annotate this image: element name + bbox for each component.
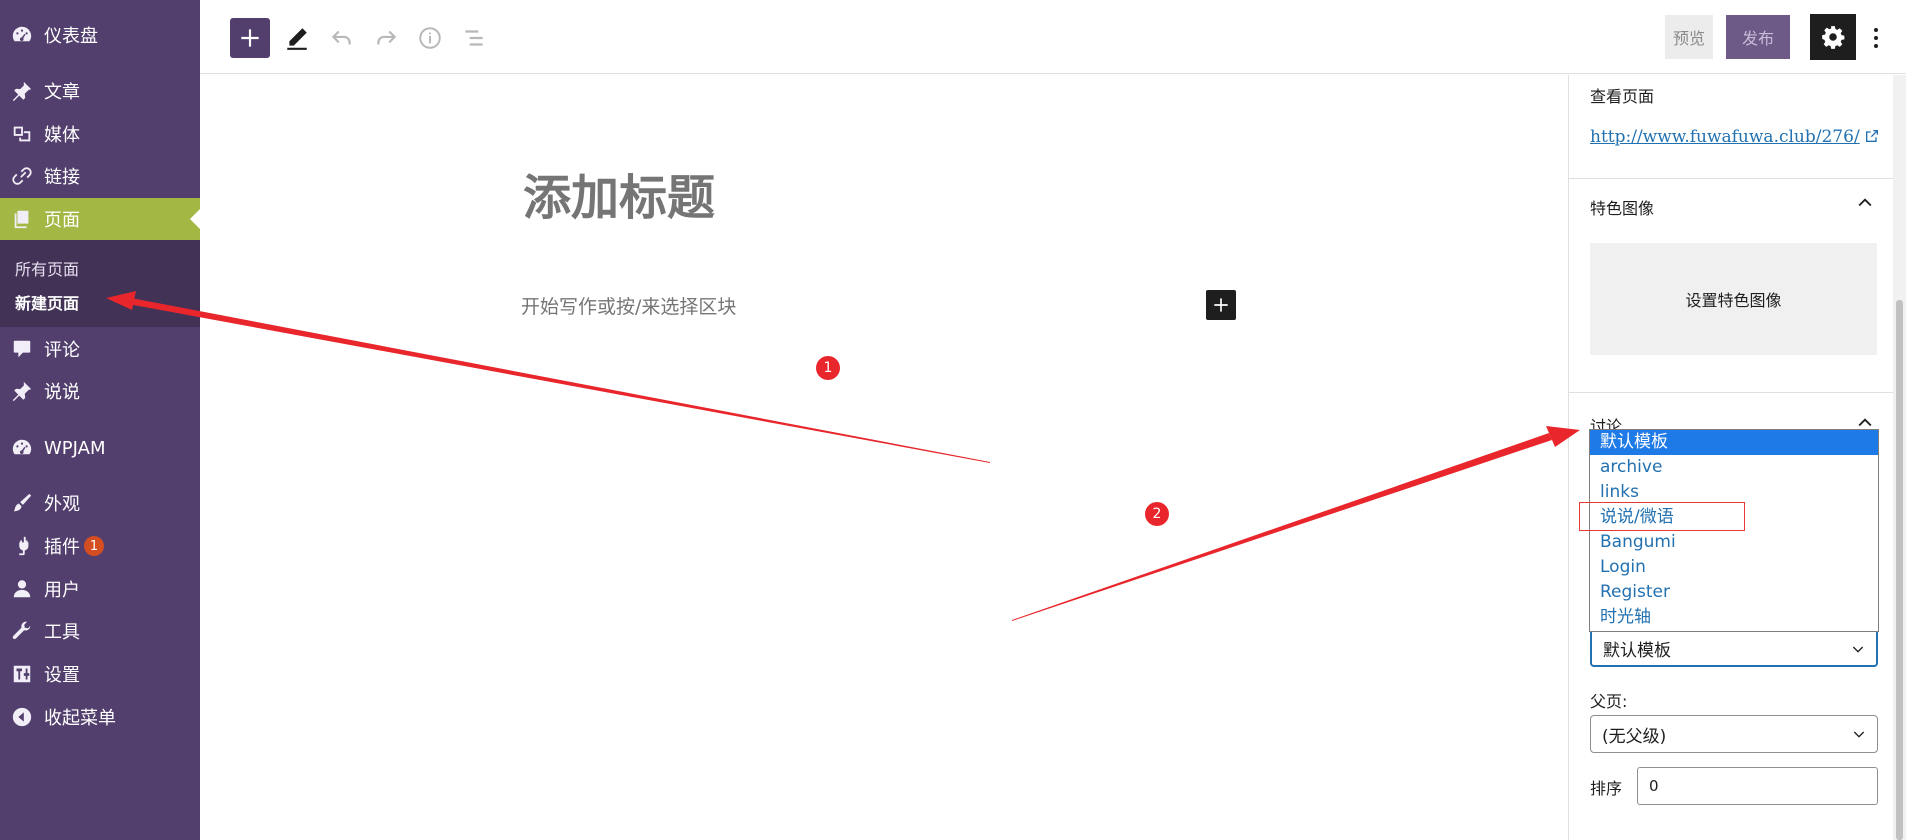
annotation-arrow-2 — [1012, 433, 1552, 621]
order-input[interactable]: 0 — [1637, 767, 1878, 805]
submenu-new-page[interactable]: 新建页面 — [15, 290, 79, 314]
sidebar-item-label: 收起菜单 — [44, 708, 116, 729]
publish-button[interactable]: 发布 — [1726, 15, 1790, 59]
panel-divider — [1569, 392, 1893, 393]
template-select[interactable]: 默认模板 — [1590, 629, 1878, 667]
list-view-icon — [461, 25, 487, 51]
sidebar-item-label: 仪表盘 — [44, 26, 98, 47]
sidebar-item-label: 设置 — [44, 665, 80, 686]
sidebar-item-label: 说说 — [44, 382, 80, 403]
template-option[interactable]: Login — [1590, 555, 1878, 580]
editor-toolbar: 预览 发布 — [200, 0, 1906, 74]
settings-toggle-button[interactable] — [1810, 14, 1856, 60]
admin-sidebar: 仪表盘 文章 媒体 链接 页面 所有页面 新建页面 评论 说说 WPJAM 外观… — [0, 0, 200, 840]
pin-icon — [10, 379, 34, 403]
sidebar-item-label: 评论 — [44, 340, 80, 361]
block-inserter-button[interactable] — [1206, 290, 1236, 320]
sidebar-item-users[interactable]: 用户 — [0, 568, 200, 610]
order-label: 排序 — [1590, 779, 1623, 798]
settings-sliders-icon — [10, 662, 34, 686]
more-options-button[interactable] — [1868, 18, 1884, 58]
sidebar-item-settings[interactable]: 设置 — [0, 653, 200, 695]
sidebar-item-label: 用户 — [44, 580, 80, 601]
sidebar-item-label: 链接 — [44, 167, 80, 188]
sidebar-collapse-menu[interactable]: 收起菜单 — [0, 696, 200, 738]
list-view-button[interactable] — [454, 18, 494, 58]
panel-divider — [1569, 178, 1893, 179]
edit-tools-button[interactable] — [277, 18, 317, 58]
sidebar-item-comments[interactable]: 评论 — [0, 328, 200, 370]
annotation-arrow-1 — [128, 298, 990, 463]
featured-image-label[interactable]: 特色图像 — [1590, 195, 1654, 219]
annotation-highlight-box — [1579, 502, 1745, 531]
brush-icon — [10, 491, 34, 515]
dashboard-icon — [10, 23, 34, 47]
sidebar-item-label: 页面 — [44, 210, 80, 231]
block-placeholder[interactable]: 开始写作或按/来选择区块 — [521, 292, 736, 319]
submenu-all-pages[interactable]: 所有页面 — [15, 256, 79, 280]
annotation-marker-2: 2 — [1145, 502, 1169, 526]
template-option[interactable]: archive — [1590, 455, 1878, 480]
user-icon — [10, 577, 34, 601]
preview-button[interactable]: 预览 — [1665, 15, 1713, 59]
comment-icon — [10, 337, 34, 361]
sidebar-item-label: 文章 — [44, 82, 80, 103]
sidebar-item-dashboard[interactable]: 仪表盘 — [0, 14, 200, 56]
chevron-down-icon — [1851, 726, 1867, 742]
sidebar-item-links[interactable]: 链接 — [0, 155, 200, 197]
parent-page-label: 父页: — [1590, 692, 1628, 711]
sidebar-item-label: WPJAM — [44, 437, 106, 459]
add-block-icon — [237, 25, 263, 51]
more-vertical-icon — [1874, 28, 1878, 32]
sidebar-item-label: 工具 — [44, 622, 80, 643]
sidebar-item-media[interactable]: 媒体 — [0, 113, 200, 155]
wrench-icon — [10, 619, 34, 643]
template-option[interactable]: 时光轴 — [1590, 605, 1878, 630]
details-button[interactable] — [410, 18, 450, 58]
sidebar-item-shuoshuo[interactable]: 说说 — [0, 370, 200, 412]
sidebar-item-pages[interactable]: 页面 — [0, 198, 200, 240]
plugin-icon — [10, 534, 34, 558]
pages-icon — [10, 207, 34, 231]
sidebar-item-plugins[interactable]: 插件 1 — [0, 525, 200, 567]
edit-pen-icon — [284, 25, 310, 51]
add-block-button[interactable] — [230, 18, 270, 58]
sidebar-item-label: 媒体 — [44, 125, 80, 146]
sidebar-item-label: 插件 — [44, 537, 80, 558]
plugin-update-badge: 1 — [84, 536, 104, 556]
info-icon — [417, 25, 443, 51]
pin-icon — [10, 79, 34, 103]
collapse-icon — [10, 705, 34, 729]
page-permalink[interactable]: http://www.fuwafuwa.club/276/ — [1590, 127, 1880, 147]
dashboard-icon — [10, 436, 34, 460]
redo-icon — [373, 25, 399, 51]
sidebar-item-tools[interactable]: 工具 — [0, 610, 200, 652]
annotation-marker-1: 1 — [816, 356, 840, 380]
parent-page-select[interactable]: (无父级) — [1590, 715, 1878, 753]
post-title-input[interactable]: 添加标题 — [523, 158, 715, 228]
scrollbar-thumb[interactable] — [1896, 300, 1903, 840]
undo-icon — [329, 25, 355, 51]
media-icon — [10, 122, 34, 146]
chevron-up-icon[interactable] — [1855, 193, 1875, 213]
settings-scrollbar[interactable] — [1893, 75, 1906, 840]
pages-submenu: 所有页面 新建页面 — [0, 240, 200, 327]
gear-icon — [1820, 24, 1846, 50]
undo-button[interactable] — [322, 18, 362, 58]
chevron-down-icon — [1850, 641, 1866, 657]
redo-button[interactable] — [366, 18, 406, 58]
sidebar-item-appearance[interactable]: 外观 — [0, 482, 200, 524]
template-option[interactable]: 默认模板 — [1590, 430, 1878, 455]
link-icon — [10, 164, 34, 188]
set-featured-image-button[interactable]: 设置特色图像 — [1590, 243, 1877, 355]
sidebar-item-wpjam[interactable]: WPJAM — [0, 427, 200, 469]
plus-icon — [1211, 295, 1231, 315]
template-option[interactable]: Register — [1590, 580, 1878, 605]
sidebar-item-posts[interactable]: 文章 — [0, 70, 200, 112]
sidebar-item-label: 外观 — [44, 494, 80, 515]
view-page-label: 查看页面 — [1590, 87, 1655, 106]
template-option[interactable]: Bangumi — [1590, 530, 1878, 555]
external-link-icon — [1860, 127, 1880, 147]
